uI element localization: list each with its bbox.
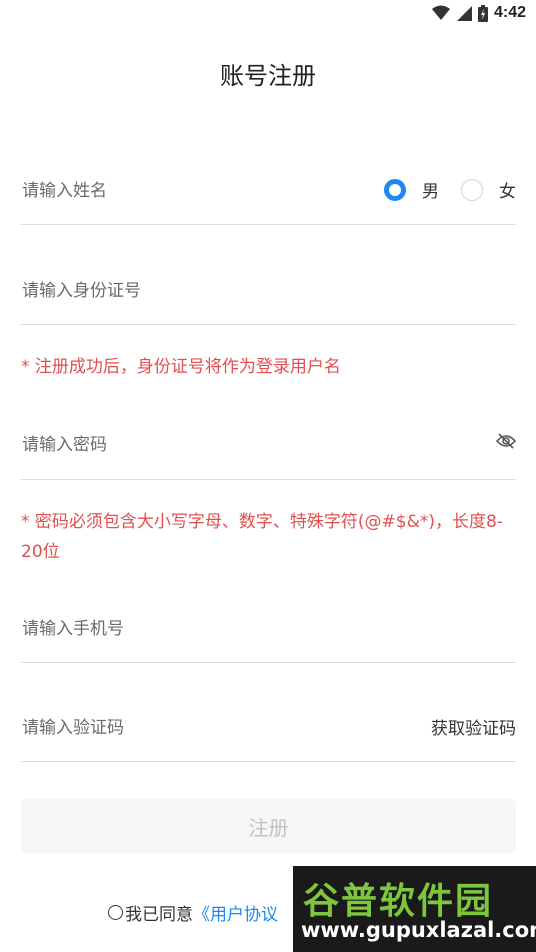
watermark: 谷普软件园 www.gupuxlazal.com bbox=[293, 866, 536, 952]
agreement-prefix: 我已同意 bbox=[125, 905, 193, 925]
id-number-input[interactable]: 请输入身份证号 bbox=[22, 276, 141, 301]
name-field[interactable]: 请输入姓名 男 女 bbox=[21, 170, 516, 225]
password-hint: * 密码必须包含大小写字母、数字、特殊字符(@#$&*)，长度8-20位 bbox=[21, 512, 503, 562]
gender-female-radio[interactable] bbox=[461, 178, 483, 201]
eye-off-icon[interactable] bbox=[496, 432, 516, 450]
get-code-button[interactable]: 获取验证码 bbox=[431, 714, 516, 739]
status-bar: 4:42 bbox=[0, 0, 536, 28]
register-button[interactable]: 注册 bbox=[21, 799, 516, 854]
gender-selector: 男 女 bbox=[384, 177, 516, 202]
code-field[interactable]: 请输入验证码 获取验证码 bbox=[21, 705, 516, 762]
page-title: 账号注册 bbox=[220, 62, 316, 90]
gender-female-label[interactable]: 女 bbox=[499, 177, 516, 202]
agreement-checkbox[interactable] bbox=[108, 905, 123, 920]
password-input[interactable]: 请输入密码 bbox=[22, 430, 107, 455]
phone-input[interactable]: 请输入手机号 bbox=[22, 614, 124, 639]
status-icons: 4:42 bbox=[431, 4, 526, 22]
battery-icon bbox=[477, 4, 488, 22]
name-input[interactable]: 请输入姓名 bbox=[22, 176, 107, 201]
status-time: 4:42 bbox=[493, 4, 526, 21]
id-number-field[interactable]: 请输入身份证号 bbox=[21, 268, 516, 325]
gender-male-label[interactable]: 男 bbox=[422, 177, 439, 202]
user-agreement-link[interactable]: 《用户协议 bbox=[193, 900, 278, 925]
code-input[interactable]: 请输入验证码 bbox=[22, 713, 124, 738]
watermark-brand: 谷普软件园 bbox=[303, 881, 494, 922]
agreement-row: 我已同意 《用户协议 bbox=[108, 900, 278, 925]
password-field[interactable]: 请输入密码 bbox=[21, 422, 516, 480]
phone-field[interactable]: 请输入手机号 bbox=[21, 606, 516, 663]
id-number-hint: * 注册成功后，身份证号将作为登录用户名 bbox=[21, 357, 341, 377]
register-button-label: 注册 bbox=[248, 816, 289, 840]
signal-icon bbox=[456, 6, 472, 21]
wifi-icon bbox=[431, 5, 450, 20]
gender-male-radio[interactable] bbox=[384, 178, 406, 201]
watermark-url: www.gupuxlazal.com bbox=[301, 918, 536, 942]
